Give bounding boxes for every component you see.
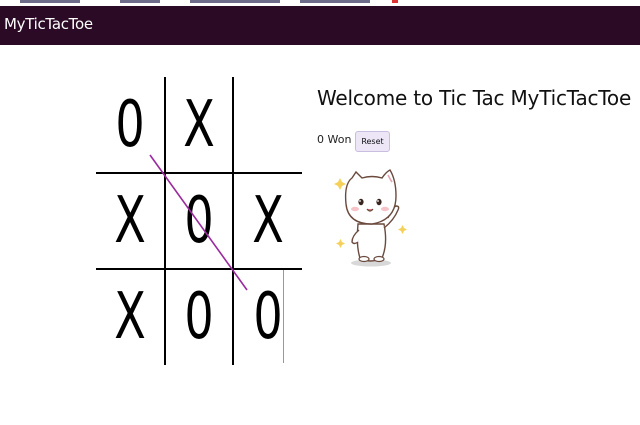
reset-button[interactable]: Reset <box>355 131 390 152</box>
game-board: 0 X X 0 X X 0 0 <box>96 77 302 365</box>
welcome-heading: Welcome to Tic Tac MyTicTacToe <box>317 86 632 110</box>
winning-strike-line <box>149 154 248 291</box>
game-status: 0 Won <box>317 133 352 146</box>
app-title[interactable]: MyTicTacToe <box>4 15 93 33</box>
winning-line <box>149 154 248 291</box>
cute-cat-waving-icon <box>334 169 407 267</box>
app-bar: MyTicTacToe <box>0 6 640 45</box>
